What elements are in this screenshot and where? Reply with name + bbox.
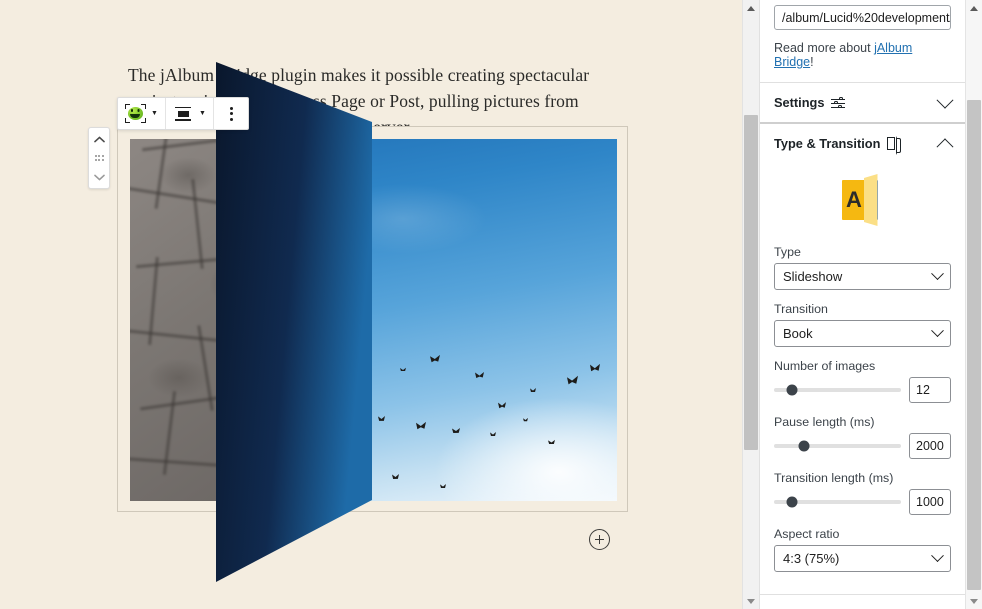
sidebar-scroll-down-icon[interactable] [966, 593, 982, 609]
canvas-scroll-up-icon[interactable] [743, 0, 759, 16]
type-transition-label: Type & Transition [774, 136, 880, 151]
number-of-images-input[interactable]: 12 [909, 377, 951, 403]
chevron-up-icon-type-transition[interactable] [937, 138, 954, 155]
block-type-group: ▼ [118, 98, 166, 129]
align-icon[interactable] [170, 99, 196, 128]
add-block-button[interactable] [589, 529, 610, 550]
pause-length-slider[interactable] [774, 444, 901, 448]
jalbum-block-icon[interactable] [122, 99, 148, 128]
chevron-down-icon-transition [931, 324, 944, 337]
canvas-scrollbar[interactable] [742, 0, 759, 609]
transition-preview: A [760, 167, 965, 233]
block-mover[interactable] [88, 127, 110, 189]
book-transition-preview-icon: A [835, 174, 891, 226]
label-pause-length: Pause length (ms) [774, 415, 951, 429]
block-type-chevron-down-icon[interactable]: ▼ [148, 99, 161, 128]
transition-select-value: Book [783, 326, 813, 341]
panel-bottom-spacer [760, 572, 965, 594]
type-select[interactable]: Slideshow [774, 263, 951, 290]
align-group: ▼ [166, 98, 214, 129]
move-down-icon[interactable] [90, 169, 108, 185]
number-of-images-slider[interactable] [774, 388, 901, 392]
canvas-scroll-thumb[interactable] [744, 115, 758, 450]
transition-select[interactable]: Book [774, 320, 951, 347]
pause-length-row: 2000 [774, 433, 951, 459]
drag-handle-icon[interactable] [90, 150, 108, 166]
number-of-images-row: 12 [774, 377, 951, 403]
settings-label: Settings [774, 95, 824, 110]
label-transition-length: Transition length (ms) [774, 471, 951, 485]
more-options-group [214, 98, 248, 129]
sliders-icon [831, 97, 845, 109]
label-aspect-ratio: Aspect ratio [774, 527, 951, 541]
transition-length-input[interactable]: 1000 [909, 489, 951, 515]
slideshow-viewport [130, 139, 617, 501]
panel-header-type-transition[interactable]: Type & Transition [760, 123, 965, 163]
read-more-prefix: Read more about [774, 41, 874, 55]
read-more-text: Read more about jAlbum Bridge! [774, 41, 951, 69]
number-of-images-slider-thumb[interactable] [786, 385, 797, 396]
chevron-down-icon-captions[interactable] [937, 603, 954, 609]
label-number-of-images: Number of images [774, 359, 951, 373]
panel-title-settings: Settings [774, 95, 845, 110]
album-url-input[interactable]: /album/Lucid%20development/ [774, 5, 951, 30]
sidebar-scroll-up-icon[interactable] [966, 0, 982, 16]
transition-length-slider[interactable] [774, 500, 901, 504]
preview-letter: A [842, 180, 867, 220]
sidebar-scroll-thumb[interactable] [967, 100, 981, 590]
panel-type-transition: Type & Transition A Type Slideshow [759, 122, 965, 594]
panel-header-captions[interactable]: Captions [760, 594, 965, 609]
type-select-value: Slideshow [783, 269, 842, 284]
panel-header-settings[interactable]: Settings [760, 82, 965, 122]
move-up-icon[interactable] [90, 131, 108, 147]
transition-length-slider-thumb[interactable] [786, 497, 797, 508]
chevron-down-icon-aspect-ratio [931, 549, 944, 562]
book-icon [887, 137, 902, 150]
image-block-frame[interactable] [117, 126, 628, 512]
pause-length-input[interactable]: 2000 [909, 433, 951, 459]
canvas-scroll-down-icon[interactable] [743, 593, 759, 609]
sidebar-scrollbar[interactable] [965, 0, 982, 609]
app-root: The jAlbum Bridge plugin makes it possib… [0, 0, 982, 609]
chevron-down-icon-settings[interactable] [937, 91, 954, 108]
read-more-suffix: ! [810, 55, 813, 69]
aspect-ratio-select-value: 4:3 (75%) [783, 551, 839, 566]
block-toolbar[interactable]: ▼ ▼ [117, 97, 249, 130]
aspect-ratio-select[interactable]: 4:3 (75%) [774, 545, 951, 572]
block-settings-sidebar: /album/Lucid%20development/ Read more ab… [759, 0, 965, 609]
pause-length-slider-thumb[interactable] [799, 441, 810, 452]
kebab-menu-icon[interactable] [218, 99, 244, 128]
chevron-down-icon-type [931, 267, 944, 280]
editor-canvas: The jAlbum Bridge plugin makes it possib… [0, 0, 742, 609]
transition-length-row: 1000 [774, 489, 951, 515]
label-transition: Transition [774, 302, 951, 316]
label-type: Type [774, 245, 951, 259]
align-chevron-down-icon[interactable]: ▼ [196, 99, 209, 128]
panel-title-type-transition: Type & Transition [774, 136, 902, 151]
